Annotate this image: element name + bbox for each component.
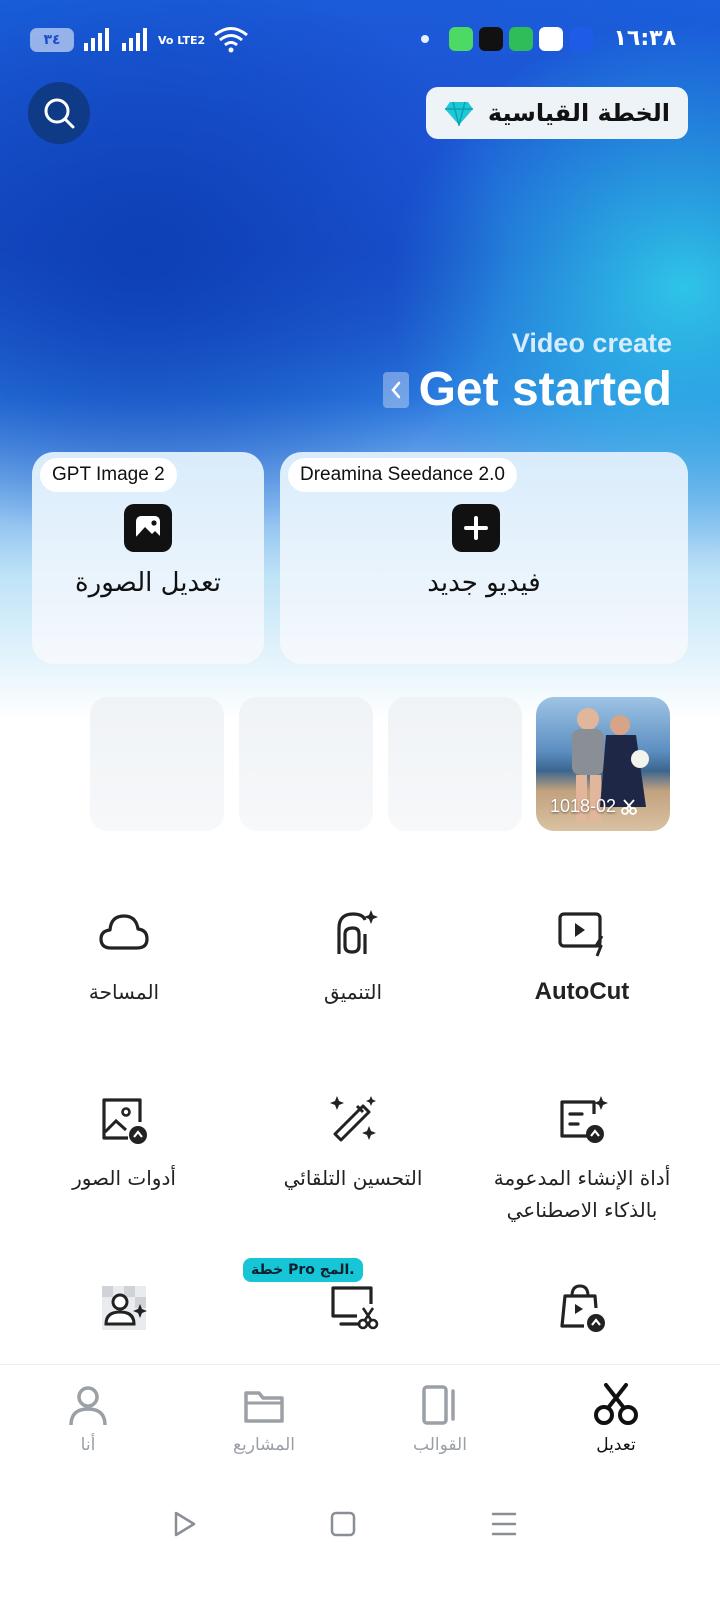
retouch-icon <box>337 910 378 954</box>
edit-image-card[interactable]: GPT Image 2 <box>32 452 264 664</box>
volte-label: Vo LTE2 <box>158 33 206 47</box>
avatar-sparkle-icon <box>102 1286 147 1330</box>
recent-project-thumbnail[interactable]: 1018-02 <box>536 697 670 831</box>
plan-label: الخطة القياسية <box>487 99 670 127</box>
nav-templates[interactable]: القوالب <box>380 1383 500 1455</box>
ai-create-icon <box>560 1096 608 1143</box>
delivery-app-icon <box>539 26 564 51</box>
ai-creator-tool[interactable]: أداة الإنشاء المدعومة بالذكاء الاصطناعي <box>472 1092 692 1230</box>
status-bar: ٣٤ Vo LTE2 ١٦:٣٨ <box>0 0 720 82</box>
autocut-icon <box>558 912 604 957</box>
person-icon <box>69 1386 107 1426</box>
nav-me-label: أنا <box>80 1435 96 1455</box>
nav-me[interactable]: أنا <box>28 1383 148 1455</box>
hero-title: Get started <box>418 363 672 416</box>
get-started-link[interactable]: Get started <box>382 362 672 417</box>
recent-placeholder <box>388 697 522 831</box>
system-navigation <box>0 1474 720 1604</box>
photo-tools-icon <box>102 1098 147 1144</box>
nav-projects[interactable]: المشاريع <box>204 1383 324 1455</box>
folder-icon <box>244 1391 284 1423</box>
signal-icon <box>84 28 109 51</box>
magic-wand-icon <box>330 1096 376 1142</box>
plus-icon <box>452 504 500 552</box>
plan-button[interactable]: الخطة القياسية <box>425 87 688 139</box>
retouch-label: التنميق <box>324 980 382 1004</box>
recent-project-label: 1018-02 <box>550 796 638 817</box>
autocut-label: AutoCut <box>534 978 630 1005</box>
ai-creator-label: أداة الإنشاء المدعومة بالذكاء الاصطناعي <box>493 1166 671 1222</box>
signal-2-icon <box>122 28 147 51</box>
diamond-icon <box>444 101 473 126</box>
templates-icon <box>422 1385 455 1425</box>
autocut-tool[interactable]: AutoCut <box>472 906 692 1008</box>
shopping-bag-icon <box>560 1284 605 1332</box>
bottom-navigation: تعديل القوالب المشاريع أنا <box>0 1364 720 1474</box>
pro-plan-badge: خطة Pro المج. <box>243 1258 363 1282</box>
search-icon <box>44 98 75 129</box>
clock: ١٦:٣٨ <box>613 26 676 51</box>
messages-app-icon <box>449 26 474 51</box>
new-video-title: فيديو جديد <box>427 568 541 598</box>
notification-dot <box>421 34 430 43</box>
wifi-icon <box>214 27 249 53</box>
product-video-tool[interactable] <box>472 1280 692 1336</box>
search-button[interactable] <box>28 82 90 144</box>
model-badge: GPT Image 2 <box>40 458 177 492</box>
status-left: ٣٤ Vo LTE2 <box>30 26 249 54</box>
back-icon[interactable] <box>172 1510 198 1538</box>
recent-placeholder <box>90 697 224 831</box>
shield-app-icon <box>509 26 534 51</box>
auto-enhance-tool[interactable]: التحسين التلقائي <box>243 1092 463 1194</box>
capcut-app-icon <box>479 26 504 51</box>
home-icon[interactable] <box>330 1510 356 1538</box>
hero-subtitle: Video create <box>511 328 672 358</box>
image-icon <box>124 504 172 552</box>
phone-app-icon <box>569 26 594 51</box>
ai-avatar-tool[interactable] <box>14 1280 234 1336</box>
status-right: ١٦:٣٨ <box>421 26 676 51</box>
photo-tools-tool[interactable]: أدوات الصور <box>14 1092 234 1194</box>
recent-placeholder <box>239 697 373 831</box>
chevron-left-icon <box>382 371 409 408</box>
nav-edit[interactable]: تعديل <box>556 1383 676 1455</box>
scissors-icon <box>621 798 637 815</box>
edit-image-title: تعديل الصورة <box>75 568 221 598</box>
battery-indicator: ٣٤ <box>30 28 74 52</box>
model-badge: Dreamina Seedance 2.0 <box>288 458 517 492</box>
nav-edit-label: تعديل <box>596 1435 636 1455</box>
nav-templates-label: القوالب <box>413 1435 467 1455</box>
auto-enhance-label: التحسين التلقائي <box>283 1166 423 1190</box>
cloud-icon <box>99 914 149 950</box>
remove-tool[interactable] <box>243 1280 463 1336</box>
cloud-space-label: المساحة <box>88 980 160 1004</box>
screen-cut-icon <box>331 1286 379 1330</box>
retouch-tool[interactable]: التنميق <box>243 906 463 1008</box>
scissors-icon <box>594 1383 638 1425</box>
new-video-card[interactable]: Dreamina Seedance 2.0 <box>280 452 688 664</box>
cloud-space-tool[interactable]: المساحة <box>14 906 234 1008</box>
nav-projects-label: المشاريع <box>232 1435 296 1455</box>
recents-icon[interactable] <box>491 1510 517 1538</box>
photo-tools-label: أدوات الصور <box>72 1166 176 1190</box>
